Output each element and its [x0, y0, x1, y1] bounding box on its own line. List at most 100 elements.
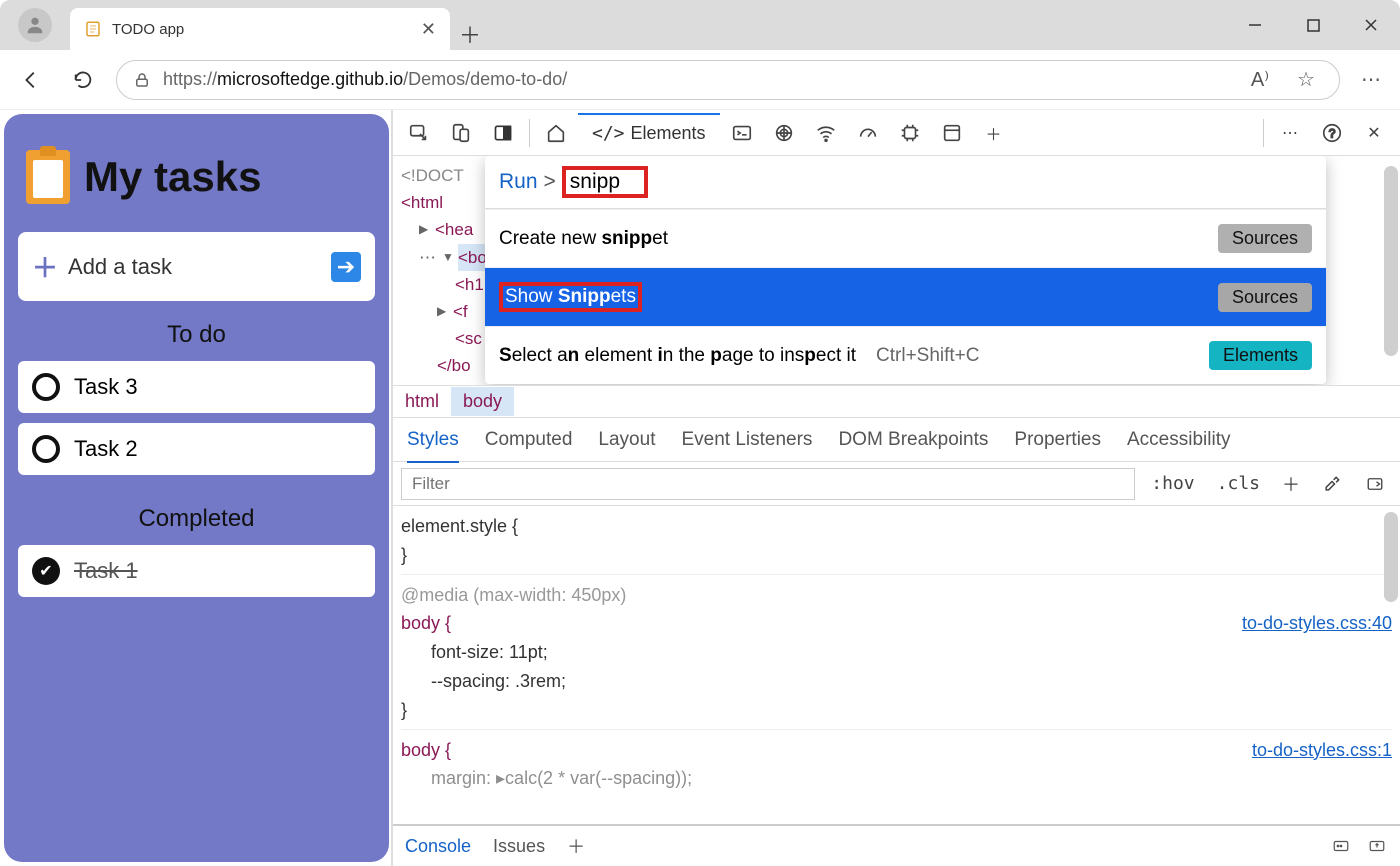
- notepad-icon: [84, 20, 102, 38]
- command-menu-header: Run >: [485, 156, 1326, 209]
- task-item-completed[interactable]: ✔ Task 1: [18, 545, 375, 597]
- back-button[interactable]: [12, 61, 50, 99]
- subtab-dom-breakpoints[interactable]: DOM Breakpoints: [838, 429, 988, 451]
- minimize-icon[interactable]: [1226, 0, 1284, 50]
- more-tabs-icon[interactable]: ＋: [974, 113, 1014, 153]
- maximize-icon[interactable]: [1284, 0, 1342, 50]
- subtab-layout[interactable]: Layout: [598, 429, 655, 451]
- drawer-add-tab-icon[interactable]: ＋: [567, 833, 585, 859]
- unchecked-icon[interactable]: [32, 435, 60, 463]
- more-menu-icon[interactable]: ⋯: [1354, 63, 1388, 97]
- welcome-icon[interactable]: [536, 113, 576, 153]
- styles-toolbar: :hov .cls ＋: [393, 462, 1400, 506]
- device-emulation-icon[interactable]: [441, 113, 481, 153]
- address-bar[interactable]: https://microsoftedge.github.io/Demos/de…: [116, 60, 1340, 100]
- source-link[interactable]: to-do-styles.css:40: [1242, 609, 1392, 638]
- code-icon: </>: [592, 123, 625, 144]
- command-row-select-element[interactable]: Select an element in the page to inspect…: [485, 326, 1326, 384]
- performance-tab-icon[interactable]: [848, 113, 888, 153]
- todo-section-label: To do: [18, 301, 375, 361]
- breadcrumb-item[interactable]: html: [393, 387, 451, 416]
- devtools-panel: </> Elements ＋ ⋯ ? ✕ <!DOCT <html ▶<hea: [391, 110, 1400, 866]
- sources-tab-icon[interactable]: [764, 113, 804, 153]
- submit-task-button[interactable]: ➔: [331, 252, 361, 282]
- url-text: https://microsoftedge.github.io/Demos/de…: [163, 69, 567, 90]
- drawer-issues-tab[interactable]: Issues: [493, 836, 545, 857]
- svg-text:?: ?: [1329, 126, 1336, 140]
- task-label: Task 3: [74, 374, 138, 400]
- new-tab-button[interactable]: ＋: [450, 18, 490, 50]
- source-link[interactable]: to-do-styles.css:1: [1252, 736, 1392, 765]
- page-title: My tasks: [84, 153, 261, 201]
- subtab-computed[interactable]: Computed: [485, 429, 573, 451]
- clipboard-icon: [26, 150, 70, 204]
- tab-title: TODO app: [112, 21, 411, 38]
- read-aloud-icon[interactable]: A⁾: [1243, 63, 1277, 97]
- browser-tab[interactable]: TODO app ✕: [70, 8, 450, 50]
- memory-tab-icon[interactable]: [890, 113, 930, 153]
- drawer-issues-icon[interactable]: [1330, 837, 1352, 855]
- tab-close-icon[interactable]: ✕: [421, 19, 436, 40]
- command-input[interactable]: [570, 170, 640, 194]
- hov-toggle[interactable]: :hov: [1145, 473, 1200, 494]
- task-label: Task 2: [74, 436, 138, 462]
- scrollbar[interactable]: [1384, 166, 1398, 356]
- run-label: Run: [499, 170, 538, 194]
- panel-badge: Elements: [1209, 341, 1312, 370]
- checked-icon[interactable]: ✔: [32, 557, 60, 585]
- command-menu: Run > Create new snippet Sources Show Sn…: [485, 156, 1326, 384]
- subtab-accessibility[interactable]: Accessibility: [1127, 429, 1230, 451]
- lock-icon: [133, 71, 151, 89]
- add-task-input[interactable]: ＋ Add a task ➔: [18, 232, 375, 301]
- devtools-tabbar: </> Elements ＋ ⋯ ? ✕: [393, 110, 1400, 156]
- task-item[interactable]: Task 3: [18, 361, 375, 413]
- elements-tab[interactable]: </> Elements: [578, 113, 720, 152]
- paintbrush-icon[interactable]: [1316, 474, 1348, 494]
- favorite-icon[interactable]: ☆: [1289, 63, 1323, 97]
- profile-avatar[interactable]: [18, 8, 52, 42]
- command-input-highlight: [562, 166, 648, 198]
- add-task-placeholder: Add a task: [68, 254, 172, 280]
- unchecked-icon[interactable]: [32, 373, 60, 401]
- dom-tree-area: <!DOCT <html ▶<hea ⋯▼<bod <h1 ▶<f <sc </…: [393, 156, 1400, 386]
- devtools-drawer: Console Issues ＋: [393, 824, 1400, 866]
- refresh-button[interactable]: [64, 61, 102, 99]
- cls-toggle[interactable]: .cls: [1211, 473, 1266, 494]
- inspect-element-icon[interactable]: [399, 113, 439, 153]
- help-icon[interactable]: ?: [1312, 113, 1352, 153]
- close-window-icon[interactable]: [1342, 0, 1400, 50]
- subtab-styles[interactable]: Styles: [407, 429, 459, 463]
- styles-filter-input[interactable]: [401, 468, 1135, 500]
- task-item[interactable]: Task 2: [18, 423, 375, 475]
- task-label: Task 1: [74, 558, 138, 584]
- subtab-properties[interactable]: Properties: [1014, 429, 1101, 451]
- dock-side-icon[interactable]: [483, 113, 523, 153]
- todo-header: My tasks: [18, 132, 375, 232]
- prompt-icon: >: [544, 170, 556, 194]
- drawer-console-tab[interactable]: Console: [405, 836, 471, 857]
- computed-toggle-icon[interactable]: [1358, 475, 1392, 493]
- network-tab-icon[interactable]: [806, 113, 846, 153]
- panel-badge: Sources: [1218, 283, 1312, 312]
- application-tab-icon[interactable]: [932, 113, 972, 153]
- console-tab-icon[interactable]: [722, 113, 762, 153]
- window-controls: [1226, 0, 1400, 50]
- command-row-highlight: Show Snippets: [499, 282, 642, 312]
- scrollbar[interactable]: [1384, 512, 1398, 602]
- command-row-create-snippet[interactable]: Create new snippet Sources: [485, 209, 1326, 267]
- styles-rules[interactable]: element.style { } @media (max-width: 450…: [393, 506, 1400, 824]
- subtab-event-listeners[interactable]: Event Listeners: [681, 429, 812, 451]
- browser-toolbar: https://microsoftedge.github.io/Demos/de…: [0, 50, 1400, 110]
- command-row-show-snippets[interactable]: Show Snippets Sources: [485, 267, 1326, 326]
- dom-breadcrumb[interactable]: html body: [393, 386, 1400, 418]
- new-style-rule-icon[interactable]: ＋: [1276, 471, 1306, 497]
- shortcut-label: Ctrl+Shift+C: [876, 345, 979, 367]
- todo-app-panel: My tasks ＋ Add a task ➔ To do Task 3 Tas…: [4, 114, 389, 862]
- panel-badge: Sources: [1218, 224, 1312, 253]
- close-devtools-icon[interactable]: ✕: [1354, 113, 1394, 153]
- plus-icon: ＋: [32, 248, 58, 285]
- browser-titlebar: TODO app ✕ ＋: [0, 0, 1400, 50]
- breadcrumb-item[interactable]: body: [451, 387, 514, 416]
- drawer-expand-icon[interactable]: [1366, 837, 1388, 855]
- settings-more-icon[interactable]: ⋯: [1270, 113, 1310, 153]
